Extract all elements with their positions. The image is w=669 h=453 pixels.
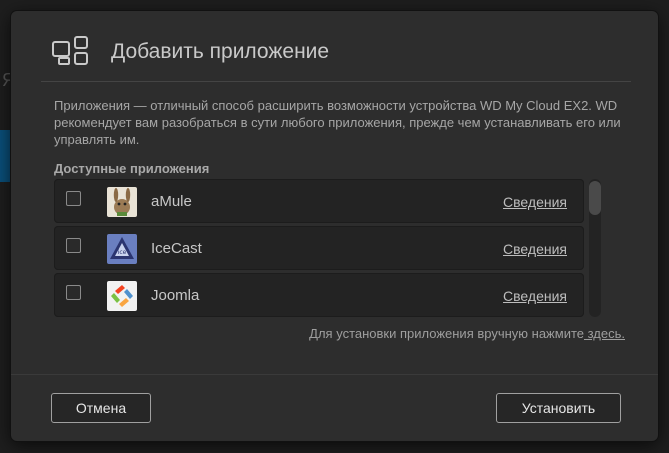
apps-list[interactable]: aMule Сведения ice IceCast Сведения Joom… — [54, 179, 584, 319]
footer-divider — [11, 374, 658, 375]
app-name-icecast: IceCast — [151, 240, 202, 257]
apps-scrollbar-thumb[interactable] — [589, 181, 601, 215]
install-button[interactable]: Установить — [496, 393, 621, 423]
header-divider — [41, 81, 631, 82]
app-checkbox-amule[interactable] — [66, 191, 81, 206]
app-name-amule: aMule — [151, 193, 192, 210]
dialog-description: Приложения — отличный способ расширить в… — [54, 98, 621, 147]
dialog-title: Добавить приложение — [111, 40, 330, 63]
app-checkbox-icecast[interactable] — [66, 238, 81, 253]
manual-install-link[interactable]: здесь. — [584, 326, 625, 341]
app-checkbox-joomla[interactable] — [66, 285, 81, 300]
app-row-joomla[interactable]: Joomla Сведения — [54, 273, 584, 317]
apps-grid-icon — [52, 36, 88, 65]
manual-install-hint: Для установки приложения вручную нажмите… — [309, 326, 625, 341]
icecast-icon: ice — [107, 234, 137, 264]
details-link-amule[interactable]: Сведения — [503, 194, 567, 210]
details-link-icecast[interactable]: Сведения — [503, 241, 567, 257]
app-row-icecast[interactable]: ice IceCast Сведения — [54, 226, 584, 270]
app-name-joomla: Joomla — [151, 287, 200, 304]
app-row-amule[interactable]: aMule Сведения — [54, 179, 584, 223]
details-link-joomla[interactable]: Сведения — [503, 288, 567, 304]
available-apps-label: Доступные приложения — [54, 161, 210, 176]
dialog-header: Добавить приложение — [51, 36, 631, 72]
cancel-button[interactable]: Отмена — [51, 393, 151, 423]
joomla-icon — [107, 281, 137, 311]
amule-icon — [107, 187, 137, 217]
manual-install-text: Для установки приложения вручную нажмите — [309, 326, 584, 341]
svg-text:ice: ice — [118, 249, 127, 256]
apps-scrollbar[interactable] — [589, 179, 601, 317]
add-app-dialog: Добавить приложение Приложения — отличны… — [11, 11, 658, 441]
